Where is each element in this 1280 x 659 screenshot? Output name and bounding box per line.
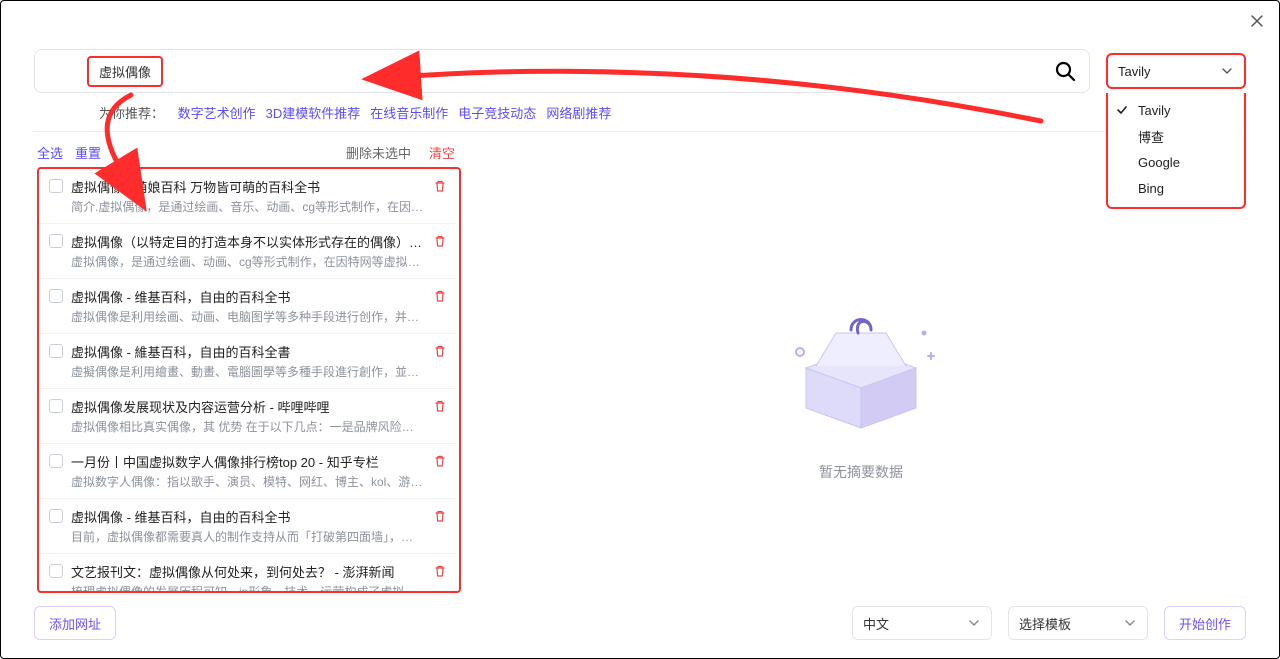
result-text: 文艺报刊文：虚拟偶像从何处来，到何处去？ - 澎湃新闻梳理虚拟偶像的发展历程可知… [71,562,425,591]
delete-result-button[interactable] [433,179,447,193]
provider-selected-label: Tavily [1118,64,1151,79]
provider-select-wrap: Tavily Tavily博查GoogleBing [1106,53,1246,89]
empty-label: 暂无摘要数据 [819,462,903,482]
language-selected-label: 中文 [863,614,889,633]
provider-option[interactable]: Bing [1108,175,1244,201]
result-snippet: 虚拟数字人偶像：指以歌手、演员、模特、网红、博主、kol、游戏高手等"艺人"身… [71,473,425,490]
result-text: 虚拟偶像 - 维基百科，自由的百科全书目前，虚拟偶像都需要真人的制作支持从而「打… [71,507,425,545]
result-title: 虚拟偶像（以特定目的打造本身不以实体形式存在的偶像）_百度百科 [71,232,425,251]
summary-panel: 暂无摘要数据 [476,167,1246,592]
delete-result-button[interactable] [433,399,447,413]
result-title: 虚拟偶像 - 维基百科，自由的百科全书 [71,507,425,526]
divider [33,131,1247,132]
start-create-button[interactable]: 开始创作 [1164,606,1246,640]
result-row[interactable]: 虚拟偶像 - 维基百科，自由的百科全书虚拟偶像是利用绘画、动画、电脑图学等多种手… [39,279,457,334]
results-panel: 虚拟偶像 - 萌娘百科 万物皆可萌的百科全书简介.虚拟偶像，是通过绘画、音乐、动… [37,167,461,593]
result-text: 虚拟偶像 - 維基百科，自由的百科全書虛擬偶像是利用繪畫、動畫、電腦圖學等多種手… [71,342,425,380]
result-snippet: 虚拟偶像相比真实偶像，其 优势 在于以下几点：一是品牌风险较小，可以规避真… [71,418,425,435]
reset-button[interactable]: 重置 [75,143,101,162]
recommend-link[interactable]: 数字艺术创作 [178,106,256,121]
result-text: 虚拟偶像（以特定目的打造本身不以实体形式存在的偶像）_百度百科虚拟偶像，是通过绘… [71,232,425,270]
delete-result-button[interactable] [433,509,447,523]
result-text: 虚拟偶像 - 萌娘百科 万物皆可萌的百科全书简介.虚拟偶像，是通过绘画、音乐、动… [71,177,425,215]
provider-option-label: Google [1138,155,1180,170]
provider-dropdown: Tavily 博查 Google Bing [1106,93,1246,209]
provider-option[interactable]: Tavily [1108,97,1244,123]
results-scroll[interactable]: 虚拟偶像 - 萌娘百科 万物皆可萌的百科全书简介.虚拟偶像，是通过绘画、音乐、动… [39,169,459,591]
result-row[interactable]: 虚拟偶像 - 維基百科，自由的百科全書虛擬偶像是利用繪畫、動畫、電腦圖學等多種手… [39,334,457,389]
search-input[interactable]: 虚拟偶像 [34,49,1090,93]
result-text: 一月份丨中国虚拟数字人偶像排行榜top 20 - 知乎专栏虚拟数字人偶像：指以歌… [71,452,425,490]
result-row[interactable]: 一月份丨中国虚拟数字人偶像排行榜top 20 - 知乎专栏虚拟数字人偶像：指以歌… [39,444,457,499]
search-row: 虚拟偶像 Tavily Tavily博查GoogleBing [34,49,1246,93]
results-toolbar: 全选 重置 删除未选中 清空 [37,140,455,164]
recommend-label: 为你推荐： [99,106,164,121]
template-select[interactable]: 选择模板 [1008,606,1148,640]
result-title: 一月份丨中国虚拟数字人偶像排行榜top 20 - 知乎专栏 [71,452,425,471]
delete-result-button[interactable] [433,234,447,248]
bottom-bar: 添加网址 中文 选择模板 开始创作 [34,606,1246,640]
result-row[interactable]: 虚拟偶像 - 萌娘百科 万物皆可萌的百科全书简介.虚拟偶像，是通过绘画、音乐、动… [39,169,457,224]
delete-unselected-button[interactable]: 删除未选中 [346,143,411,162]
result-checkbox[interactable] [49,179,63,193]
check-icon [1116,104,1128,116]
recommend-link[interactable]: 3D建模软件推荐 [266,106,361,121]
search-icon[interactable] [1053,59,1077,83]
result-row[interactable]: 虚拟偶像 - 维基百科，自由的百科全书目前，虚拟偶像都需要真人的制作支持从而「打… [39,499,457,554]
template-selected-label: 选择模板 [1019,614,1071,633]
provider-option-label: 博查 [1138,127,1164,146]
empty-illustration [776,278,946,448]
provider-option[interactable]: Google [1108,149,1244,175]
result-checkbox[interactable] [49,509,63,523]
result-snippet: 虚拟偶像是利用绘画、动画、电脑图学等多种手段进行创作，并在包括互联网在内… [71,308,425,325]
result-snippet: 虛擬偶像是利用繪畫、動畫、電腦圖學等多種手段進行創作，並在包括網際網路在… [71,363,425,380]
result-text: 虚拟偶像 - 维基百科，自由的百科全书虚拟偶像是利用绘画、动画、电脑图学等多种手… [71,287,425,325]
provider-option[interactable]: 博查 [1108,123,1244,149]
app-window: 虚拟偶像 Tavily Tavily博查GoogleBing 为你推荐： 数字艺… [0,0,1280,659]
result-row[interactable]: 虚拟偶像发展现状及内容运营分析 - 哔哩哔哩虚拟偶像相比真实偶像，其 优势 在于… [39,389,457,444]
recommend-link[interactable]: 电子竞技动态 [458,106,536,121]
result-checkbox[interactable] [49,399,63,413]
result-title: 虚拟偶像 - 維基百科，自由的百科全書 [71,342,425,361]
result-snippet: 简介.虚拟偶像，是通过绘画、音乐、动画、cg等形式制作，在因特网等虚拟场景或… [71,198,425,215]
result-checkbox[interactable] [49,234,63,248]
result-snippet: 虚拟偶像，是通过绘画、动画、cg等形式制作，在因特网等虚拟场景或现实场景进… [71,253,425,270]
result-title: 虚拟偶像发展现状及内容运营分析 - 哔哩哔哩 [71,397,425,416]
delete-result-button[interactable] [433,454,447,468]
chevron-down-icon [1123,616,1137,630]
clear-button[interactable]: 清空 [429,143,455,162]
recommend-link[interactable]: 在线音乐制作 [370,106,448,121]
result-row[interactable]: 文艺报刊文：虚拟偶像从何处来，到何处去？ - 澎湃新闻梳理虚拟偶像的发展历程可知… [39,554,457,591]
provider-option-label: Tavily [1138,103,1171,118]
result-title: 文艺报刊文：虚拟偶像从何处来，到何处去？ - 澎湃新闻 [71,562,425,581]
delete-result-button[interactable] [433,289,447,303]
chevron-down-icon [967,616,981,630]
result-snippet: 目前，虚拟偶像都需要真人的制作支持从而「打破第四面墙」，例如日本虚拟偶像… [71,528,425,545]
result-checkbox[interactable] [49,454,63,468]
chevron-down-icon [1220,64,1234,78]
select-all-button[interactable]: 全选 [37,143,63,162]
close-button[interactable] [1249,13,1265,29]
result-text: 虚拟偶像发展现状及内容运营分析 - 哔哩哔哩虚拟偶像相比真实偶像，其 优势 在于… [71,397,425,435]
result-checkbox[interactable] [49,344,63,358]
provider-select[interactable]: Tavily [1106,53,1246,89]
result-row[interactable]: 虚拟偶像（以特定目的打造本身不以实体形式存在的偶像）_百度百科虚拟偶像，是通过绘… [39,224,457,279]
delete-result-button[interactable] [433,344,447,358]
result-title: 虚拟偶像 - 萌娘百科 万物皆可萌的百科全书 [71,177,425,196]
result-title: 虚拟偶像 - 维基百科，自由的百科全书 [71,287,425,306]
recommend-row: 为你推荐： 数字艺术创作 3D建模软件推荐在线音乐制作电子竞技动态网络剧推荐 [99,103,1246,122]
add-url-button[interactable]: 添加网址 [34,606,116,640]
result-checkbox[interactable] [49,289,63,303]
language-select[interactable]: 中文 [852,606,992,640]
search-query-chip: 虚拟偶像 [87,56,163,87]
delete-result-button[interactable] [433,564,447,578]
result-checkbox[interactable] [49,564,63,578]
recommend-link[interactable]: 网络剧推荐 [546,106,611,121]
provider-option-label: Bing [1138,181,1164,196]
result-snippet: 梳理虚拟偶像的发展历程可知，ip形象、技术、运营构成了虚拟偶像的三大要素，… [71,583,425,591]
